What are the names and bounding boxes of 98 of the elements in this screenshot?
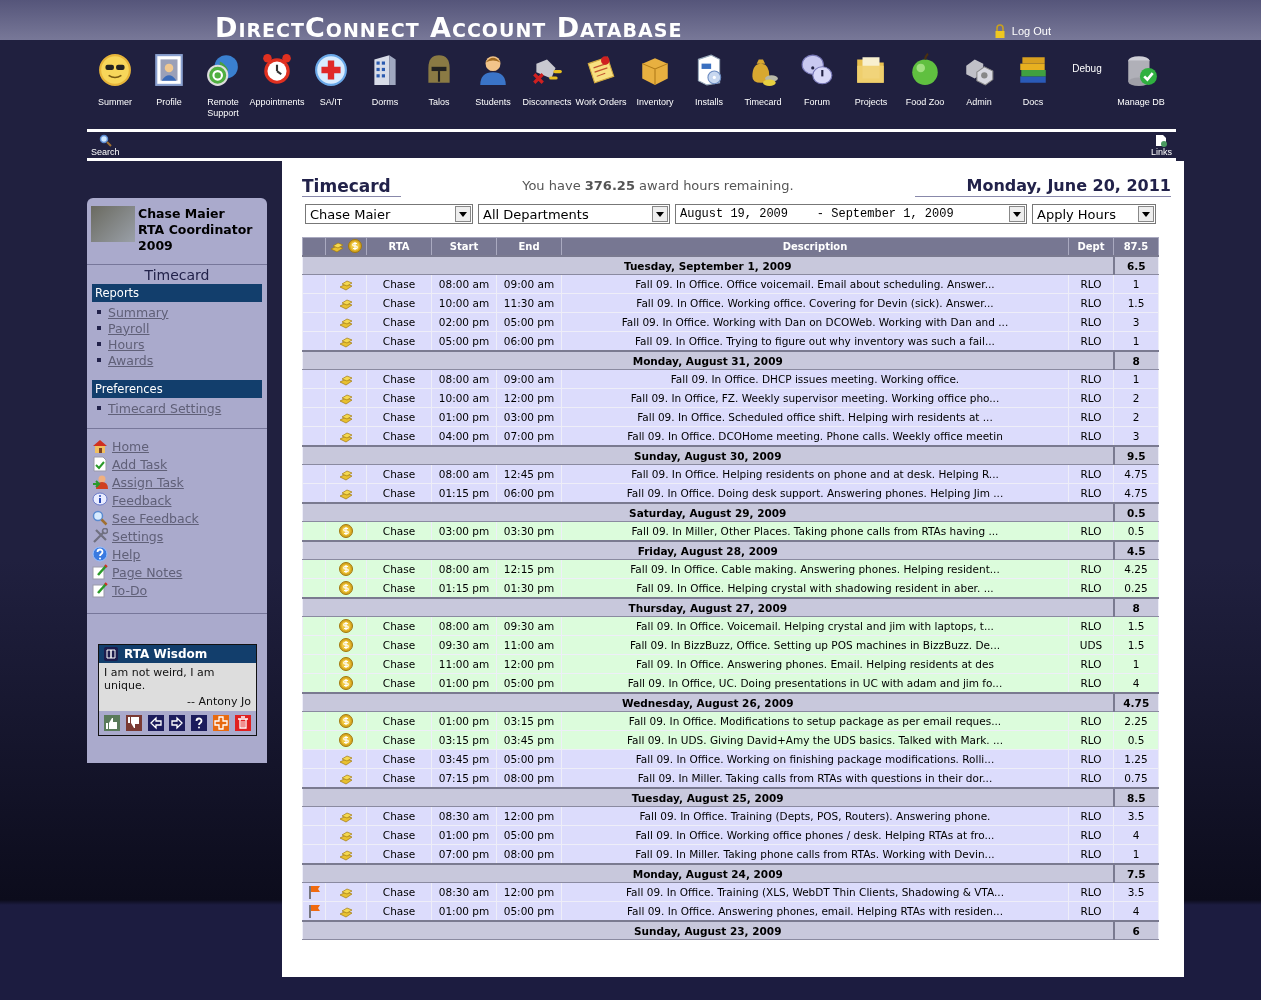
section-heading: Reports: [92, 284, 262, 302]
medical-cross-icon: [314, 53, 348, 87]
toolbar-button[interactable]: Summer: [88, 53, 142, 129]
toolbar-button[interactable]: Students: [466, 53, 520, 129]
quickbar-link[interactable]: Links: [1147, 133, 1176, 157]
bullet-icon: [97, 406, 101, 410]
day-total: 0.5: [1113, 503, 1159, 522]
toolbar-button[interactable]: Disconnects: [520, 53, 574, 129]
toolbar-button[interactable]: Dorms: [358, 53, 412, 129]
bullet-icon: [97, 310, 101, 314]
day-total: 6.5: [1113, 256, 1159, 275]
toolbar-button[interactable]: Remote Support: [196, 53, 250, 129]
logout-link[interactable]: Log Out: [993, 24, 1051, 38]
day-heading: Thursday, August 27, 2009: [302, 598, 1114, 617]
sidebar-title: Timecard: [143, 266, 211, 284]
current-date: Monday, June 20, 2011: [915, 176, 1171, 197]
quote-text: I am not weird, I am unique.: [103, 665, 216, 692]
day-total: 7.5: [1113, 864, 1159, 883]
toolbar-button[interactable]: Timecard: [736, 53, 790, 129]
search-icon: [98, 133, 112, 147]
caret-icon: [1138, 206, 1154, 222]
sun-icon: [98, 53, 132, 87]
dropdown[interactable]: All Departments: [478, 204, 670, 224]
day-heading: Tuesday, August 25, 2009: [302, 788, 1114, 807]
app-title: DirectConnect Account Database: [215, 13, 683, 43]
day-heading: Saturday, August 29, 2009: [302, 503, 1114, 522]
toolbar-button[interactable]: Manage DB: [1114, 53, 1168, 129]
user-role: RTA Coordinator: [138, 222, 253, 238]
bullet-icon: [97, 326, 101, 330]
checked-page-icon: [92, 456, 108, 472]
day-heading: Sunday, August 23, 2009: [302, 921, 1114, 940]
toolbar-button[interactable]: Admin: [952, 53, 1006, 129]
thumbs-down-icon[interactable]: [125, 715, 142, 731]
user-year: 2009: [138, 238, 174, 254]
toolbar-button[interactable]: Food Zoo: [898, 53, 952, 129]
note-pencil-icon: [92, 564, 108, 580]
toolbar-button[interactable]: SA/IT: [304, 53, 358, 129]
user-name: Chase Maier: [138, 206, 226, 222]
right-arrow-icon[interactable]: [169, 715, 186, 731]
toolbar-button[interactable]: Installs: [682, 53, 736, 129]
info-icon: [92, 492, 108, 508]
bullet-icon: [97, 358, 101, 362]
toolbar-button[interactable]: Forum: [790, 53, 844, 129]
thumbs-up-icon[interactable]: [103, 715, 120, 731]
dropdown[interactable]: Chase Maier: [305, 204, 473, 224]
day-heading: Sunday, August 30, 2009: [302, 446, 1114, 465]
speech-bubbles-icon: [800, 53, 834, 87]
portrait-icon: [152, 53, 186, 87]
toolbar-button[interactable]: Inventory: [628, 53, 682, 129]
house-icon: [92, 438, 108, 454]
section-heading: Preferences: [92, 380, 262, 398]
day-heading: Wednesday, August 26, 2009: [302, 693, 1114, 712]
toolbar-button[interactable]: Appointments: [250, 53, 304, 129]
day-total: 6: [1113, 921, 1159, 940]
day-total: 4.75: [1113, 693, 1159, 712]
page-title: Timecard: [302, 176, 401, 197]
caret-icon: [1009, 206, 1025, 222]
search-icon: [92, 510, 108, 526]
bullet-icon: [97, 342, 101, 346]
person-arrow-icon: [92, 474, 108, 490]
wisdom-title: RTA Wisdom: [124, 647, 208, 661]
day-total: 8: [1113, 351, 1159, 370]
toolbar-button[interactable]: Docs: [1006, 53, 1060, 129]
day-heading: Tuesday, September 1, 2009: [302, 256, 1114, 275]
dropdown[interactable]: Apply Hours: [1032, 204, 1156, 224]
quickbar-link[interactable]: Search: [87, 133, 124, 157]
quote-author: -- Antony Jo: [186, 694, 252, 710]
book-icon: [104, 647, 118, 661]
toolbar-button[interactable]: Projects: [844, 53, 898, 129]
plus-icon[interactable]: [213, 715, 230, 731]
help-icon: [92, 546, 108, 562]
help-icon[interactable]: [191, 715, 208, 731]
document-globe-icon: [1155, 133, 1168, 147]
toolbar-button[interactable]: Work Orders: [574, 53, 628, 129]
day-total: 9.5: [1113, 446, 1159, 465]
toolbar-button[interactable]: Debug: [1060, 53, 1114, 129]
caret-icon: [652, 206, 668, 222]
day-total: 4.5: [1113, 541, 1159, 560]
day-total: 8: [1113, 598, 1159, 617]
tools-icon: [92, 528, 108, 544]
caret-icon: [455, 206, 471, 222]
award-hours-note: You have 376.25 award hours remaining.: [521, 177, 795, 195]
left-arrow-icon[interactable]: [147, 715, 164, 731]
note-pencil-icon: [92, 582, 108, 598]
coin-icon: [347, 238, 362, 253]
day-heading: Monday, August 31, 2009: [302, 351, 1114, 370]
alarm-clock-icon: [260, 53, 294, 87]
globe-icon: [206, 53, 240, 87]
padlock-icon: [993, 24, 1006, 38]
photo-placeholder: [91, 206, 135, 242]
trash-icon[interactable]: [235, 715, 251, 731]
toolbar-button[interactable]: Profile: [142, 53, 196, 129]
ingots-icon: [330, 240, 345, 253]
dropdown[interactable]: August 19, 2009 - September 1, 2009: [675, 204, 1027, 224]
day-heading: Monday, August 24, 2009: [302, 864, 1114, 883]
day-total: 8.5: [1113, 788, 1159, 807]
day-heading: Friday, August 28, 2009: [302, 541, 1114, 560]
toolbar-button[interactable]: Talos: [412, 53, 466, 129]
